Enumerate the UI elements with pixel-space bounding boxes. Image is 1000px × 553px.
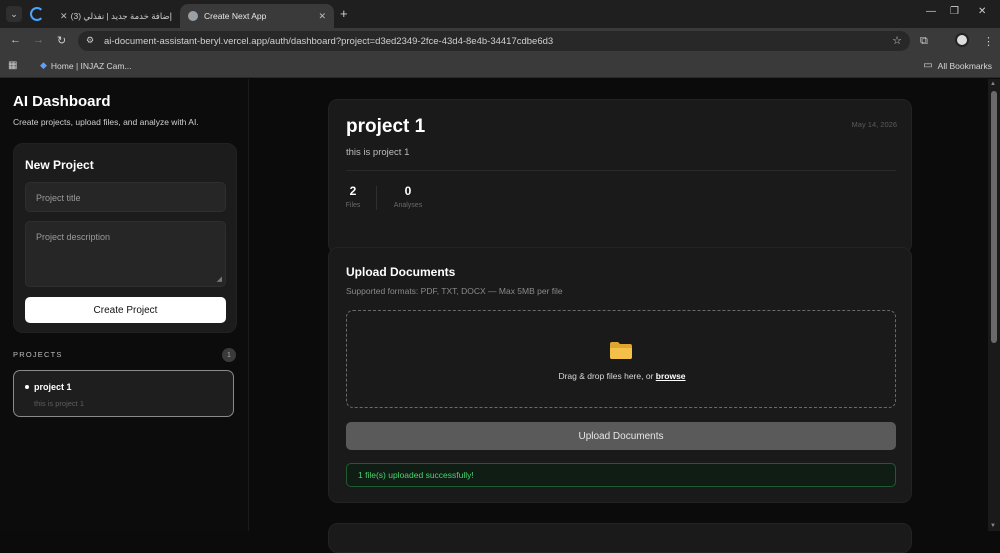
project-item-description: this is project 1 (34, 399, 85, 408)
menu-icon[interactable]: ⋮ (983, 35, 994, 48)
drop-zone[interactable]: Drag & drop files here, or browse (346, 310, 896, 408)
projects-count-badge: 1 (222, 348, 236, 362)
project-list-item[interactable]: project 1 this is project 1 (13, 370, 234, 417)
tab-inactive[interactable]: إضافة خدمة جديد | نفذلي (3) ✕ (52, 4, 180, 28)
scroll-up-icon[interactable]: ▲ (990, 81, 996, 87)
tab-active[interactable]: Create Next App ✕ (180, 4, 334, 28)
files-label: Files (345, 202, 361, 209)
drop-instructions: Drag & drop files here, or (558, 371, 654, 381)
reload-icon[interactable]: ↻ (57, 34, 66, 47)
project-description-placeholder: Project description (36, 232, 111, 242)
scroll-thumb[interactable] (991, 91, 997, 343)
url-text: ai-document-assistant-beryl.vercel.app/a… (104, 35, 554, 47)
app-root: AI Dashboard Create projects, upload fil… (0, 79, 1000, 553)
drop-zone-text: Drag & drop files here, or browse (347, 371, 897, 381)
all-bookmarks[interactable]: ▭ All Bookmarks (923, 60, 992, 71)
address-bar[interactable]: ⚙ ai-document-assistant-beryl.vercel.app… (78, 31, 910, 51)
bookmarks-bar: ▦ ◆ Home | INJAZ Cam... ▭ All Bookmarks (0, 54, 1000, 78)
projects-heading: PROJECTS (13, 350, 63, 359)
divider (346, 170, 896, 171)
apps-grid-icon[interactable]: ▦ (8, 60, 17, 71)
project-title: project 1 (346, 116, 426, 137)
tab-title: Create Next App (204, 11, 267, 21)
all-bookmarks-label: All Bookmarks (937, 60, 992, 71)
folder-outline-icon: ▭ (923, 60, 933, 71)
upload-formats: Supported formats: PDF, TXT, DOCX — Max … (346, 286, 563, 296)
project-description: this is project 1 (346, 147, 410, 158)
upload-documents-button[interactable]: Upload Documents (346, 422, 896, 450)
bookmark-favicon-icon: ◆ (40, 60, 47, 70)
scroll-down-icon[interactable]: ▼ (990, 523, 996, 529)
project-header-card: project 1 May 14, 2026 this is project 1… (328, 99, 912, 254)
site-logo-icon (30, 7, 44, 21)
analyses-count: 0 (404, 184, 412, 198)
extensions-icon[interactable]: ⧉ (920, 35, 928, 48)
minimize-icon[interactable]: — (926, 6, 936, 17)
project-description-input[interactable]: Project description ◢ (25, 221, 226, 287)
window-close-icon[interactable]: ✕ (978, 6, 986, 17)
page-scrollbar[interactable]: ▲ ▼ (988, 79, 1000, 531)
profile-avatar[interactable] (955, 33, 969, 47)
new-project-card: New Project Project title Project descri… (13, 143, 237, 333)
sidebar: AI Dashboard Create projects, upload fil… (0, 79, 249, 531)
app-title: AI Dashboard (13, 93, 111, 110)
analyses-label: Analyses (393, 202, 423, 209)
restore-icon[interactable]: ❐ (950, 6, 959, 17)
tab-close-icon[interactable]: ✕ (318, 11, 326, 22)
site-info-icon[interactable]: ⚙ (86, 35, 98, 47)
active-dot-icon (25, 385, 29, 389)
bookmark-star-icon[interactable]: ☆ (892, 34, 902, 47)
stat-divider (376, 186, 377, 210)
resize-handle-icon[interactable]: ◢ (217, 275, 222, 283)
forward-icon[interactable]: → (33, 34, 44, 46)
project-date: May 14, 2026 (851, 120, 897, 129)
upload-title: Upload Documents (346, 265, 456, 279)
files-count: 2 (349, 184, 357, 198)
browse-link[interactable]: browse (656, 371, 686, 381)
tab-search-icon[interactable]: ⌄ (6, 6, 22, 22)
back-icon[interactable]: ← (10, 34, 21, 46)
upload-success-message: 1 file(s) uploaded successfully! (346, 463, 896, 487)
bookmark-item[interactable]: ◆ Home | INJAZ Cam... (40, 60, 132, 71)
next-card (328, 523, 912, 553)
new-tab-icon[interactable]: + (340, 6, 348, 21)
folder-icon (610, 342, 632, 359)
project-item-name: project 1 (34, 382, 72, 392)
tab-close-icon[interactable]: ✕ (60, 11, 68, 22)
globe-icon (188, 11, 198, 21)
upload-card: Upload Documents Supported formats: PDF,… (328, 247, 912, 503)
new-project-heading: New Project (25, 158, 94, 172)
app-subtitle: Create projects, upload files, and analy… (13, 117, 199, 127)
create-project-button[interactable]: Create Project (25, 297, 226, 323)
bookmark-label: Home | INJAZ Cam... (50, 60, 132, 71)
tab-title: إضافة خدمة جديد | نفذلي (3) (70, 10, 172, 21)
project-title-input[interactable]: Project title (25, 182, 226, 212)
browser-tab-strip: ⌄ إضافة خدمة جديد | نفذلي (3) ✕ Create N… (0, 0, 1000, 28)
main-content: project 1 May 14, 2026 this is project 1… (250, 79, 988, 553)
browser-toolbar: ← → ↻ ⚙ ai-document-assistant-beryl.verc… (0, 28, 1000, 54)
analyses-stat: 0 Analyses (393, 184, 423, 209)
files-stat: 2 Files (344, 184, 362, 209)
